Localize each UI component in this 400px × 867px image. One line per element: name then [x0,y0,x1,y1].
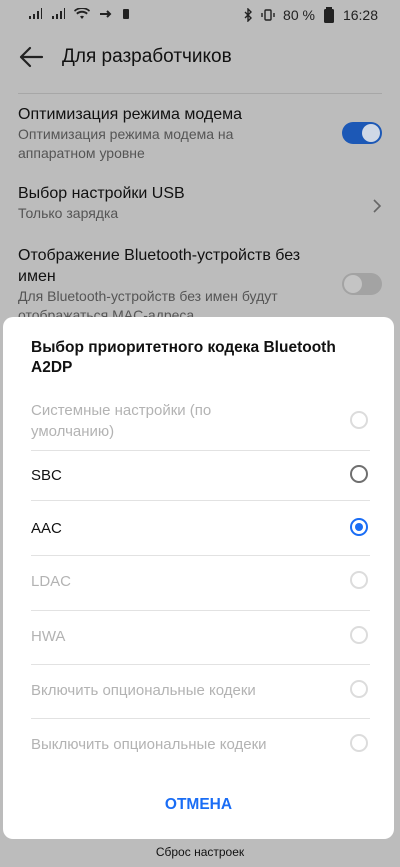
status-icons-right: 80 % 16:28 [243,7,378,23]
option-label: SBC [31,467,62,484]
reset-settings-button[interactable]: Сброс настроек [0,845,400,859]
status-bar: 80 % 16:28 [0,0,400,30]
option-label: HWA [31,628,66,645]
clock: 16:28 [342,7,378,23]
setting-subtitle: отображаться MAC-адреса [18,307,195,317]
modem-toggle[interactable] [342,122,382,144]
setting-subtitle: Только зарядка [18,205,119,221]
chevron-right-icon [373,199,382,213]
bt-unnamed-toggle[interactable] [342,273,382,295]
setting-usb-config[interactable]: Выбор настройки USB Только зарядка [18,183,382,227]
setting-title: Оптимизация режима модема [18,106,243,123]
radio-enable-optional[interactable] [350,680,368,698]
setting-subtitle: аппаратном уровне [18,145,145,161]
option-hwa[interactable]: HWA [31,611,370,665]
vibrate-icon [261,9,275,21]
setting-title: Отображение Bluetooth-устройств без [18,247,301,264]
battery-icon [323,7,334,23]
battery-percent: 80 % [283,7,315,23]
dialog-title-line2: A2DP [31,359,73,376]
page-title: Для разработчиков [62,46,232,67]
signal-icon [29,8,42,19]
status-icons-left [28,8,130,20]
wifi-icon [74,8,90,19]
option-label: LDAC [31,573,72,590]
radio-ldac[interactable] [350,571,368,589]
radio-system-default[interactable] [350,411,368,429]
radio-aac[interactable] [350,518,368,536]
codec-dialog: Выбор приоритетного кодека Bluetooth A2D… [3,317,394,839]
radio-disable-optional[interactable] [350,734,368,752]
option-sbc[interactable]: SBC [31,451,370,501]
usb-icon [100,10,112,18]
back-arrow-icon[interactable] [18,44,44,70]
setting-subtitle: Для Bluetooth-устройств без имен будут [18,288,278,304]
option-enable-optional[interactable]: Включить опциональные кодеки [31,665,370,719]
option-system-default[interactable]: Системные настройки (по умолчанию) [31,400,370,451]
option-label: Включить опциональные кодеки [31,682,256,699]
divider [18,93,382,94]
battery-saver-icon [123,9,129,19]
dialog-title: Выбор приоритетного кодека Bluetooth A2D… [31,338,361,378]
option-aac[interactable]: AAC [31,501,370,556]
option-label: AAC [31,520,62,537]
cancel-button[interactable]: ОТМЕНА [3,796,394,814]
app-bar: Для разработчиков [0,30,400,86]
setting-title: имен [18,268,56,285]
radio-hwa[interactable] [350,626,368,644]
setting-subtitle: Оптимизация режима модема на [18,126,234,142]
option-label: умолчанию) [31,423,115,440]
signal-icon-2 [52,8,65,19]
setting-modem-optimization[interactable]: Оптимизация режима модема Оптимизация ре… [18,104,382,164]
dialog-title-line1: Выбор приоритетного кодека Bluetooth [31,339,336,356]
option-disable-optional[interactable]: Выключить опциональные кодеки [31,719,370,769]
radio-sbc[interactable] [350,465,368,483]
option-label: Системные настройки (по [31,402,212,419]
option-ldac[interactable]: LDAC [31,556,370,611]
setting-bt-unnamed[interactable]: Отображение Bluetooth-устройств без имен… [18,245,382,317]
setting-title: Выбор настройки USB [18,185,185,202]
option-label: Выключить опциональные кодеки [31,736,267,753]
bluetooth-icon [244,8,253,22]
